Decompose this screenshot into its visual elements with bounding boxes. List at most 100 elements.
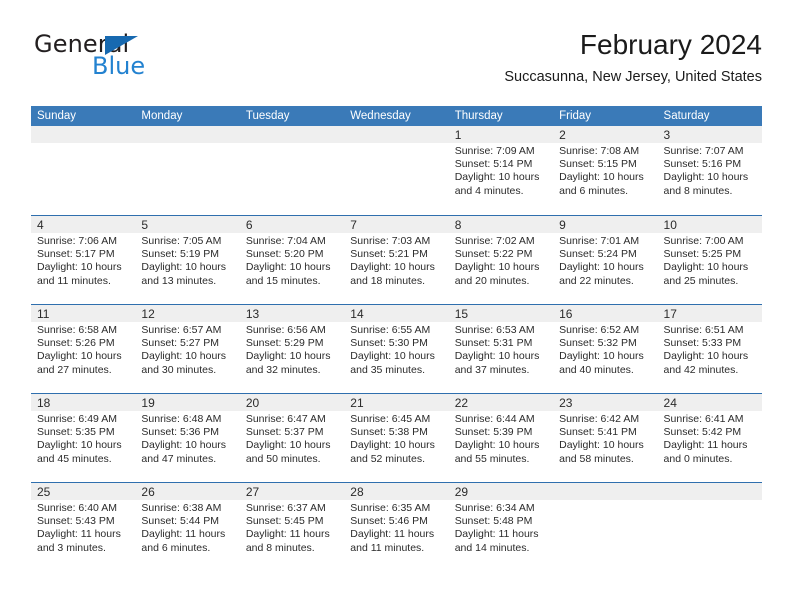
daylight-text-line1: Daylight: 10 hours <box>37 261 122 274</box>
daylight-text-line2: and 47 minutes. <box>141 452 217 465</box>
sunset-text: Sunset: 5:15 PM <box>559 158 637 171</box>
sunset-text: Sunset: 5:46 PM <box>350 515 428 528</box>
sunrise-text: Sunrise: 7:06 AM <box>37 235 117 247</box>
day-details: Sunrise: 7:04 AM Sunset: 5:20 PM Dayligh… <box>246 235 340 288</box>
sunset-text: Sunset: 5:43 PM <box>37 515 115 528</box>
daylight-text-line1: Daylight: 10 hours <box>37 350 122 363</box>
daylight-text-line1: Daylight: 10 hours <box>141 439 227 452</box>
sunset-text: Sunset: 5:42 PM <box>663 426 742 439</box>
daylight-text-line1: Daylight: 10 hours <box>245 350 331 363</box>
page-title: February 2024 <box>579 29 762 60</box>
day-cell[interactable]: 29 Sunrise: 6:34 AM Sunset: 5:48 PM Dayl… <box>448 483 554 571</box>
day-cell[interactable] <box>657 483 762 571</box>
daylight-text-line1: Daylight: 10 hours <box>454 171 540 184</box>
sunrise-text: Sunrise: 6:47 AM <box>245 413 326 425</box>
sunrise-text: Sunrise: 7:01 AM <box>559 235 640 247</box>
day-cell[interactable]: 1 Sunrise: 7:09 AM Sunset: 5:14 PM Dayli… <box>448 126 554 215</box>
sunrise-text: Sunrise: 7:09 AM <box>454 145 535 157</box>
sunrise-text: Sunrise: 6:49 AM <box>37 413 117 425</box>
sunset-text: Sunset: 5:17 PM <box>37 248 115 261</box>
daylight-text-line2: and 40 minutes. <box>559 363 634 376</box>
day-cell[interactable]: 4 Sunrise: 7:06 AM Sunset: 5:17 PM Dayli… <box>31 216 136 304</box>
day-details: Sunrise: 6:34 AM Sunset: 5:48 PM Dayligh… <box>455 502 549 555</box>
sunset-text: Sunset: 5:33 PM <box>663 337 742 350</box>
sunrise-text: Sunrise: 7:07 AM <box>663 145 744 157</box>
day-cell[interactable]: 17 Sunrise: 6:51 AM Sunset: 5:33 PM Dayl… <box>657 305 762 393</box>
day-cell[interactable] <box>239 126 345 215</box>
day-cell[interactable]: 28 Sunrise: 6:35 AM Sunset: 5:46 PM Dayl… <box>344 483 449 571</box>
sunrise-text: Sunrise: 6:34 AM <box>454 502 535 514</box>
day-details: Sunrise: 6:55 AM Sunset: 5:30 PM Dayligh… <box>350 324 444 377</box>
day-number: 19 <box>141 396 155 410</box>
day-cell[interactable]: 20 Sunrise: 6:47 AM Sunset: 5:37 PM Dayl… <box>239 394 345 482</box>
title-block: February 2024 Succasunna, New Jersey, Un… <box>504 28 762 86</box>
day-cell[interactable]: 11 Sunrise: 6:58 AM Sunset: 5:26 PM Dayl… <box>31 305 136 393</box>
weekday-header-wednesday: Wednesday <box>350 110 411 122</box>
day-details: Sunrise: 6:51 AM Sunset: 5:33 PM Dayligh… <box>664 324 758 377</box>
day-details: Sunrise: 7:05 AM Sunset: 5:19 PM Dayligh… <box>141 235 235 288</box>
day-cell[interactable]: 14 Sunrise: 6:55 AM Sunset: 5:30 PM Dayl… <box>344 305 449 393</box>
day-number: 14 <box>350 307 364 321</box>
day-number: 26 <box>141 485 155 499</box>
day-number: 12 <box>141 307 155 321</box>
day-cell[interactable] <box>344 126 449 215</box>
day-number-band <box>344 216 449 233</box>
sunset-text: Sunset: 5:41 PM <box>559 426 637 439</box>
day-cell[interactable]: 15 Sunrise: 6:53 AM Sunset: 5:31 PM Dayl… <box>448 305 554 393</box>
day-cell[interactable]: 27 Sunrise: 6:37 AM Sunset: 5:45 PM Dayl… <box>239 483 345 571</box>
daylight-text-line2: and 55 minutes. <box>454 452 530 465</box>
daylight-text-line2: and 4 minutes. <box>454 184 524 197</box>
day-cell[interactable]: 12 Sunrise: 6:57 AM Sunset: 5:27 PM Dayl… <box>135 305 240 393</box>
sunrise-text: Sunrise: 6:37 AM <box>245 502 326 514</box>
sunset-text: Sunset: 5:37 PM <box>245 426 324 439</box>
day-cell[interactable]: 6 Sunrise: 7:04 AM Sunset: 5:20 PM Dayli… <box>239 216 345 304</box>
page-header: General Blue February 2024 Succasunna, N… <box>31 28 762 98</box>
daylight-text-line2: and 35 minutes. <box>350 363 425 376</box>
day-number: 25 <box>37 485 51 499</box>
daylight-text-line2: and 50 minutes. <box>245 452 321 465</box>
day-cell[interactable]: 7 Sunrise: 7:03 AM Sunset: 5:21 PM Dayli… <box>344 216 449 304</box>
calendar-page: General Blue February 2024 Succasunna, N… <box>0 0 792 612</box>
day-details: Sunrise: 6:40 AM Sunset: 5:43 PM Dayligh… <box>37 502 131 555</box>
day-details: Sunrise: 7:03 AM Sunset: 5:21 PM Dayligh… <box>350 235 444 288</box>
day-number-band <box>239 216 345 233</box>
day-cell[interactable]: 9 Sunrise: 7:01 AM Sunset: 5:24 PM Dayli… <box>553 216 658 304</box>
day-number-band <box>31 216 136 233</box>
day-cell[interactable]: 3 Sunrise: 7:07 AM Sunset: 5:16 PM Dayli… <box>657 126 762 215</box>
daylight-text-line1: Daylight: 10 hours <box>245 261 331 274</box>
day-number: 18 <box>37 396 51 410</box>
daylight-text-line1: Daylight: 10 hours <box>663 261 749 274</box>
day-number: 4 <box>37 218 44 232</box>
day-cell[interactable]: 25 Sunrise: 6:40 AM Sunset: 5:43 PM Dayl… <box>31 483 136 571</box>
day-cell[interactable] <box>31 126 136 215</box>
day-details: Sunrise: 7:07 AM Sunset: 5:16 PM Dayligh… <box>664 145 758 198</box>
day-number-band <box>448 216 554 233</box>
day-cell[interactable]: 10 Sunrise: 7:00 AM Sunset: 5:25 PM Dayl… <box>657 216 762 304</box>
day-number: 15 <box>454 307 469 321</box>
day-cell[interactable]: 13 Sunrise: 6:56 AM Sunset: 5:29 PM Dayl… <box>239 305 345 393</box>
day-number-band <box>657 126 762 143</box>
sunrise-text: Sunrise: 7:05 AM <box>141 235 222 247</box>
day-details: Sunrise: 7:01 AM Sunset: 5:24 PM Dayligh… <box>559 235 653 288</box>
day-cell[interactable]: 23 Sunrise: 6:42 AM Sunset: 5:41 PM Dayl… <box>553 394 658 482</box>
day-cell[interactable] <box>135 126 240 215</box>
day-cell[interactable] <box>553 483 658 571</box>
day-cell[interactable]: 5 Sunrise: 7:05 AM Sunset: 5:19 PM Dayli… <box>135 216 240 304</box>
day-cell[interactable]: 16 Sunrise: 6:52 AM Sunset: 5:32 PM Dayl… <box>553 305 658 393</box>
day-cell[interactable]: 21 Sunrise: 6:45 AM Sunset: 5:38 PM Dayl… <box>344 394 449 482</box>
daylight-text-line2: and 22 minutes. <box>559 274 634 287</box>
day-cell[interactable]: 19 Sunrise: 6:48 AM Sunset: 5:36 PM Dayl… <box>135 394 240 482</box>
day-details: Sunrise: 7:08 AM Sunset: 5:15 PM Dayligh… <box>559 145 653 198</box>
general-blue-logo[interactable]: General Blue <box>31 31 241 87</box>
day-cell[interactable]: 18 Sunrise: 6:49 AM Sunset: 5:35 PM Dayl… <box>31 394 136 482</box>
day-cell[interactable]: 2 Sunrise: 7:08 AM Sunset: 5:15 PM Dayli… <box>553 126 658 215</box>
daylight-text-line1: Daylight: 10 hours <box>245 439 331 452</box>
daylight-text-line2: and 6 minutes. <box>559 184 628 197</box>
day-cell[interactable]: 26 Sunrise: 6:38 AM Sunset: 5:44 PM Dayl… <box>135 483 240 571</box>
day-cell[interactable]: 22 Sunrise: 6:44 AM Sunset: 5:39 PM Dayl… <box>448 394 554 482</box>
daylight-text-line2: and 13 minutes. <box>141 274 217 287</box>
day-number-band <box>553 126 658 143</box>
day-cell[interactable]: 8 Sunrise: 7:02 AM Sunset: 5:22 PM Dayli… <box>448 216 554 304</box>
day-cell[interactable]: 24 Sunrise: 6:41 AM Sunset: 5:42 PM Dayl… <box>657 394 762 482</box>
sunset-text: Sunset: 5:45 PM <box>245 515 324 528</box>
